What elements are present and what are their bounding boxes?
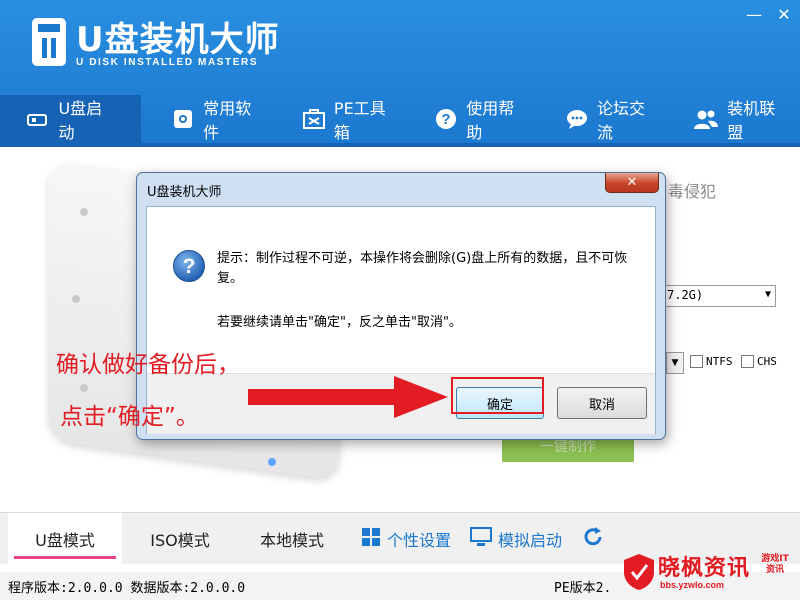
chat-icon (564, 106, 588, 132)
dropdown-arrow-icon: ▼ (764, 289, 771, 300)
arrow-right-icon (248, 376, 448, 418)
dialog-close-button[interactable]: ✕ (605, 173, 659, 193)
refresh-button[interactable] (578, 513, 608, 565)
question-icon: ? (173, 250, 205, 282)
watermark-side-text: 游戏IT资讯 (761, 554, 789, 575)
chs-checkbox[interactable]: CHS (741, 355, 777, 368)
cancel-button[interactable]: 取消 (557, 387, 647, 419)
ntfs-label: NTFS (706, 355, 733, 368)
close-icon: ✕ (626, 175, 638, 190)
pe-version-info: PE版本2. (554, 581, 612, 596)
checkbox-box (690, 355, 703, 368)
dialog-warning-text: 提示：制作过程不可逆，本操作将会删除(G)盘上所有的数据，且不可恢复。 (217, 251, 628, 286)
svg-text:?: ? (441, 111, 450, 128)
nav-common-software[interactable]: 常用软件 (141, 95, 278, 143)
watermark-name: 晓枫资讯 (658, 556, 751, 581)
dialog-instruction-text: 若要继续请单击"确定"，反之单击"取消"。 (217, 315, 462, 330)
grid-icon (361, 527, 381, 551)
simulate-boot-button[interactable]: 模拟启动 (466, 513, 566, 565)
tab-label: ISO模式 (150, 531, 210, 550)
nav-alliance[interactable]: 装机联盟 (671, 95, 800, 143)
annotation-line-1: 确认做好备份后， (56, 352, 240, 378)
bg-tab-partial-label: 毒侵犯 (668, 182, 717, 201)
nav-label: PE工具箱 (333, 99, 386, 142)
watermark-url: bbs.yzwlo.com (660, 580, 725, 590)
nav-usb-boot[interactable]: U盘启动 (0, 95, 141, 143)
monitor-icon (469, 527, 492, 551)
app-header: U盘装机大师 U DISK INSTALLED MASTERS — ✕ U盘启动… (0, 0, 800, 147)
checkbox-box (741, 355, 754, 368)
chs-label: CHS (757, 355, 777, 368)
decor-dot (80, 208, 88, 216)
tab-label: U盘模式 (35, 531, 95, 550)
dialog-title: U盘装机大师 (147, 185, 222, 200)
nav-label: 装机联盟 (727, 99, 776, 142)
tab-usb-mode[interactable]: U盘模式 (8, 513, 122, 565)
disk-select[interactable]: 7.2G) ▼ (662, 285, 776, 307)
nav-help[interactable]: ? 使用帮助 (412, 95, 541, 143)
window-controls: — ✕ (746, 5, 792, 24)
header-divider (0, 143, 800, 147)
personal-settings-button[interactable]: 个性设置 (356, 513, 456, 565)
nav-forum[interactable]: 论坛交流 (540, 95, 671, 143)
app-title: U盘装机大师 (76, 20, 280, 60)
tab-iso-mode[interactable]: ISO模式 (128, 513, 232, 565)
shield-icon (624, 554, 654, 590)
nav-label: 使用帮助 (466, 99, 515, 142)
toolbox-icon (301, 106, 325, 132)
users-icon (693, 106, 719, 132)
nav-label: 论坛交流 (596, 99, 645, 142)
minimize-icon[interactable]: — (746, 5, 762, 24)
decor-dot (72, 295, 80, 303)
ntfs-checkbox[interactable]: NTFS (690, 355, 733, 368)
software-icon (171, 106, 195, 132)
disk-select-value: 7.2G) (667, 288, 704, 302)
nav-label: U盘启动 (58, 99, 103, 142)
tab-label: 个性设置 (386, 531, 451, 550)
main-nav: U盘启动 常用软件 PE工具箱 ? 使用帮助 论坛交流 装机联盟 (0, 95, 800, 143)
nav-label: 常用软件 (203, 99, 252, 142)
decor-dot (80, 384, 88, 392)
refresh-icon (582, 526, 604, 552)
version-info: 程序版本:2.0.0.0 数据版本:2.0.0.0 (8, 581, 246, 596)
help-icon: ? (434, 106, 458, 132)
nav-pe-toolbox[interactable]: PE工具箱 (277, 95, 411, 143)
logo-icon (32, 18, 66, 66)
usb-drive-icon (26, 106, 50, 132)
tab-label: 模拟启动 (497, 531, 562, 550)
highlight-box (451, 377, 544, 414)
close-icon[interactable]: ✕ (776, 5, 792, 24)
watermark-logo: 晓枫资讯 bbs.yzwlo.com 游戏IT资讯 (618, 546, 800, 600)
annotation-line-2: 点击“确定”。 (60, 404, 199, 430)
tab-local-mode[interactable]: 本地模式 (240, 513, 344, 565)
decor-dot (268, 458, 276, 466)
mode-select-arrow[interactable]: ▼ (666, 352, 684, 374)
svg-text:?: ? (183, 255, 196, 278)
tab-label: 本地模式 (259, 531, 324, 550)
app-subtitle: U DISK INSTALLED MASTERS (76, 57, 259, 68)
make-boot-label: 一键制作 (540, 439, 596, 455)
